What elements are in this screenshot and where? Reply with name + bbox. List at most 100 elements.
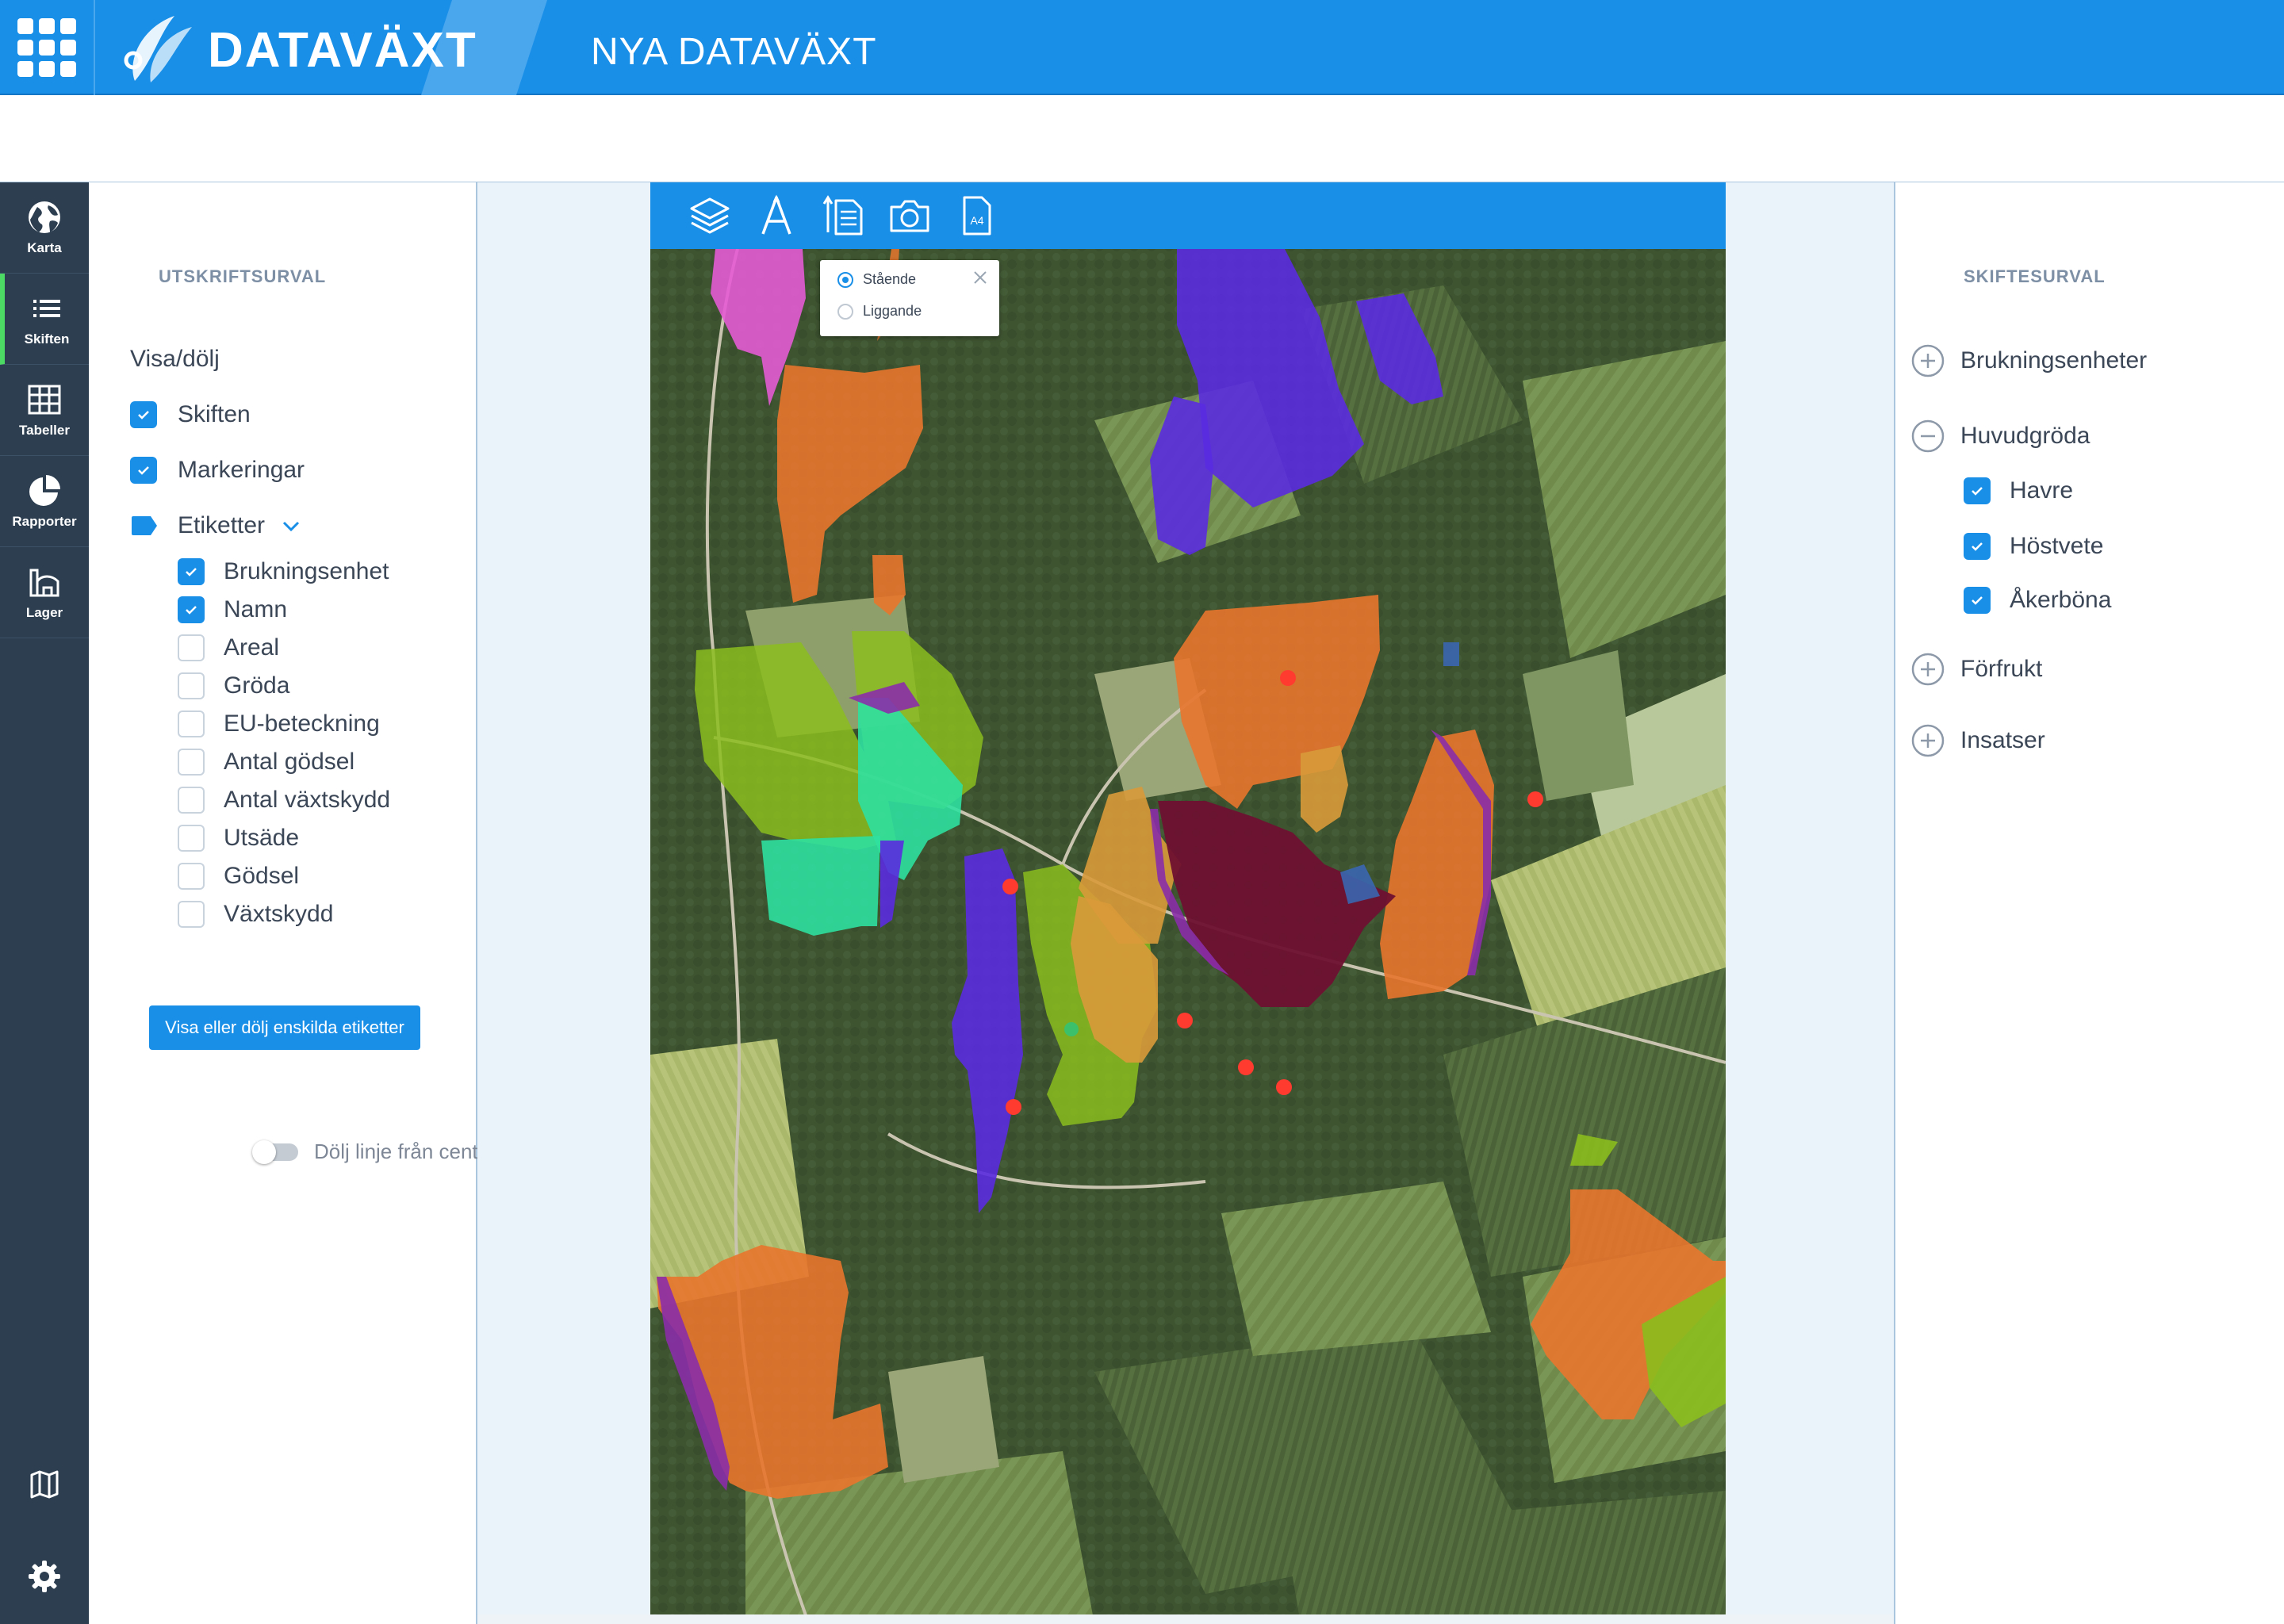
- left-navigation: Karta Skiften Tabeller Rapporter Lager: [0, 182, 89, 1624]
- orientation-icon: [822, 195, 863, 236]
- checkbox-akerbona[interactable]: Åkerböna: [1964, 587, 2111, 614]
- checkbox-label-option[interactable]: Areal: [178, 634, 279, 661]
- group-brukningsenheter[interactable]: Brukningsenheter: [1911, 344, 2147, 377]
- map-marker[interactable]: [1527, 791, 1543, 807]
- checkbox-havre[interactable]: Havre: [1964, 477, 2073, 504]
- checkbox[interactable]: [130, 457, 157, 484]
- checkbox[interactable]: [178, 634, 205, 661]
- checkbox-label: Antal växtskydd: [224, 787, 391, 813]
- checkbox[interactable]: [178, 749, 205, 776]
- collapse-minus-icon: [1911, 419, 1945, 453]
- nav-item-lager[interactable]: Lager: [0, 547, 89, 638]
- group-forfrukt[interactable]: Förfrukt: [1911, 653, 2042, 686]
- text-icon: [761, 194, 791, 235]
- panel-title: SKIFTESURVAL: [1964, 266, 2106, 286]
- checkbox-label-option[interactable]: Brukningsenhet: [178, 558, 389, 585]
- map-toolbar: A4: [650, 182, 1726, 249]
- checkbox-label: Skiften: [178, 401, 251, 427]
- apps-grid-icon: [17, 18, 76, 77]
- hide-center-line-toggle[interactable]: Dölj linje från centrum: [252, 1139, 513, 1164]
- checkbox[interactable]: [178, 558, 205, 585]
- expand-plus-icon: [1911, 653, 1945, 686]
- show-hide-labels-button[interactable]: Visa eller dölj enskilda etiketter: [149, 1005, 420, 1050]
- checkbox-label-option[interactable]: EU-beteckning: [178, 710, 380, 737]
- map-button[interactable]: [0, 1453, 89, 1516]
- datavaxt-logo: DATAVÄXT: [103, 0, 547, 95]
- etiketter-toggle[interactable]: Etiketter: [130, 512, 301, 539]
- logo-leaf-icon: [124, 16, 192, 82]
- checkbox-label: Växtskydd: [224, 901, 334, 927]
- checkbox-markeringar[interactable]: Markeringar: [130, 457, 305, 484]
- checkbox-label: Gödsel: [224, 863, 300, 889]
- checkbox-hostvete[interactable]: Höstvete: [1964, 533, 2103, 560]
- map-marker[interactable]: [1280, 670, 1296, 686]
- checkbox[interactable]: [178, 672, 205, 699]
- checkbox-label-option[interactable]: Namn: [178, 596, 287, 623]
- checkbox[interactable]: [178, 863, 205, 890]
- checkbox-label-option[interactable]: Antal växtskydd: [178, 787, 390, 814]
- camera-icon: [890, 200, 929, 232]
- checkbox[interactable]: [178, 787, 205, 814]
- group-label: Insatser: [1960, 727, 2045, 753]
- checkbox[interactable]: [178, 710, 205, 737]
- settings-button[interactable]: [0, 1545, 89, 1608]
- map-marker[interactable]: [1064, 1022, 1079, 1036]
- checkbox[interactable]: [1964, 533, 1991, 560]
- orientation-button[interactable]: [820, 193, 866, 239]
- checkbox[interactable]: [1964, 587, 1991, 614]
- tag-icon: [132, 516, 157, 535]
- layers-icon: [690, 197, 730, 234]
- nav-item-tabeller[interactable]: Tabeller: [0, 365, 89, 456]
- paper-size-button[interactable]: A4: [953, 193, 999, 239]
- nav-item-karta[interactable]: Karta: [0, 182, 89, 274]
- map-marker[interactable]: [1002, 879, 1018, 894]
- radio-button[interactable]: [837, 303, 853, 320]
- map-footer-strip: [477, 1614, 1894, 1624]
- apps-menu-button[interactable]: [0, 0, 95, 95]
- nav-item-rapporter[interactable]: Rapporter: [0, 456, 89, 547]
- pie-chart-icon: [29, 475, 60, 506]
- orientation-option-landscape[interactable]: Liggande: [837, 303, 922, 320]
- nav-label: Karta: [27, 240, 62, 255]
- etiketter-label: Etiketter: [178, 512, 266, 538]
- group-label: Förfrukt: [1960, 656, 2043, 682]
- checkbox-skiften[interactable]: Skiften: [130, 401, 251, 428]
- checkbox[interactable]: [178, 596, 205, 623]
- radio-label: Stående: [863, 271, 917, 287]
- section-heading: Visa/dölj: [130, 346, 220, 372]
- nav-item-skiften[interactable]: Skiften: [0, 274, 89, 365]
- screenshot-button[interactable]: [887, 193, 933, 239]
- text-tool-button[interactable]: [753, 193, 799, 239]
- checkbox-label-option[interactable]: Utsäde: [178, 825, 299, 852]
- checkbox[interactable]: [130, 401, 157, 428]
- map-marker[interactable]: [1177, 1013, 1193, 1028]
- toggle-switch[interactable]: [252, 1139, 298, 1164]
- map-marker[interactable]: [1006, 1099, 1021, 1115]
- checkbox[interactable]: [178, 825, 205, 852]
- checkbox-label-option[interactable]: Gödsel: [178, 863, 299, 890]
- checkbox-label-option[interactable]: Antal gödsel: [178, 749, 354, 776]
- group-insatser[interactable]: Insatser: [1911, 724, 2045, 757]
- checkbox[interactable]: [178, 901, 205, 928]
- expand-plus-icon: [1911, 344, 1945, 377]
- orientation-popup: Stående Liggande: [820, 260, 999, 336]
- checkbox-label-option[interactable]: Gröda: [178, 672, 289, 699]
- logo-text: DATAVÄXT: [208, 23, 477, 78]
- map-canvas[interactable]: [650, 182, 1726, 1624]
- close-icon[interactable]: [971, 268, 990, 287]
- orientation-option-portrait[interactable]: Stående: [837, 271, 916, 288]
- map-marker[interactable]: [1238, 1059, 1254, 1075]
- chevron-down-icon[interactable]: [281, 518, 301, 534]
- checkbox-label: Havre: [2010, 477, 2074, 504]
- radio-button[interactable]: [837, 271, 853, 288]
- checkbox-label-option[interactable]: Växtskydd: [178, 901, 333, 928]
- paper-size-label: A4: [970, 214, 983, 227]
- checkbox[interactable]: [1964, 477, 1991, 504]
- map-marker[interactable]: [1276, 1079, 1292, 1095]
- satellite-map[interactable]: [650, 182, 1726, 1624]
- group-huvudgroda[interactable]: Huvudgröda: [1911, 419, 2090, 453]
- group-label: Brukningsenheter: [1960, 347, 2148, 373]
- group-label: Huvudgröda: [1960, 423, 2090, 449]
- layers-button[interactable]: [687, 193, 733, 239]
- nav-label: Skiften: [24, 331, 70, 347]
